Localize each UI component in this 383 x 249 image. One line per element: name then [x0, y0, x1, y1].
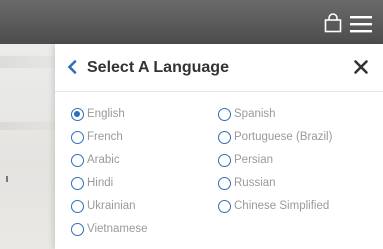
language-option-ukrainian[interactable]: Ukrainian [71, 198, 136, 214]
backdrop-decoration [6, 176, 8, 182]
radio-button[interactable] [71, 176, 84, 190]
backdrop-decoration [0, 56, 55, 68]
radio-button[interactable] [218, 199, 231, 213]
radio-button[interactable] [71, 153, 84, 167]
chevron-left-icon[interactable] [67, 60, 77, 74]
radio-button[interactable] [218, 130, 231, 144]
language-option-arabic[interactable]: Arabic [71, 152, 120, 168]
radio-button[interactable] [71, 107, 84, 121]
language-option-russian[interactable]: Russian [218, 175, 276, 191]
shopping-bag-icon[interactable] [324, 13, 342, 33]
language-label: Portuguese (Brazil) [234, 131, 333, 143]
radio-button[interactable] [71, 222, 84, 236]
language-option-persian[interactable]: Persian [218, 152, 273, 168]
language-option-english[interactable]: English [71, 106, 125, 122]
radio-button[interactable] [218, 153, 231, 167]
language-label: Chinese Simplified [234, 200, 330, 212]
language-label: Hindi [87, 177, 114, 189]
language-label: Vietnamese [87, 223, 148, 235]
modal-title: Select A Language [87, 59, 229, 76]
language-label: Spanish [234, 108, 276, 120]
language-label: Ukrainian [87, 200, 136, 212]
language-label: Russian [234, 177, 276, 189]
backdrop-decoration [0, 122, 55, 130]
language-label: Arabic [87, 154, 120, 166]
close-icon[interactable] [353, 59, 369, 75]
language-label: English [87, 108, 125, 120]
radio-button[interactable] [218, 176, 231, 190]
language-label: Persian [234, 154, 273, 166]
hamburger-menu-icon[interactable] [350, 15, 372, 33]
modal-header: Select A Language [55, 44, 383, 92]
language-option-vietnamese[interactable]: Vietnamese [71, 221, 148, 237]
language-option-chinese-simplified[interactable]: Chinese Simplified [218, 198, 329, 214]
language-option-portuguese-brazil[interactable]: Portuguese (Brazil) [218, 129, 332, 145]
language-option-spanish[interactable]: Spanish [218, 106, 276, 122]
language-label: French [87, 131, 123, 143]
radio-button[interactable] [218, 107, 231, 121]
language-modal: Select A Language English French Arabic … [55, 44, 383, 249]
site-header [0, 0, 383, 44]
language-option-hindi[interactable]: Hindi [71, 175, 113, 191]
radio-button[interactable] [71, 199, 84, 213]
language-option-french[interactable]: French [71, 129, 123, 145]
radio-button[interactable] [71, 130, 84, 144]
